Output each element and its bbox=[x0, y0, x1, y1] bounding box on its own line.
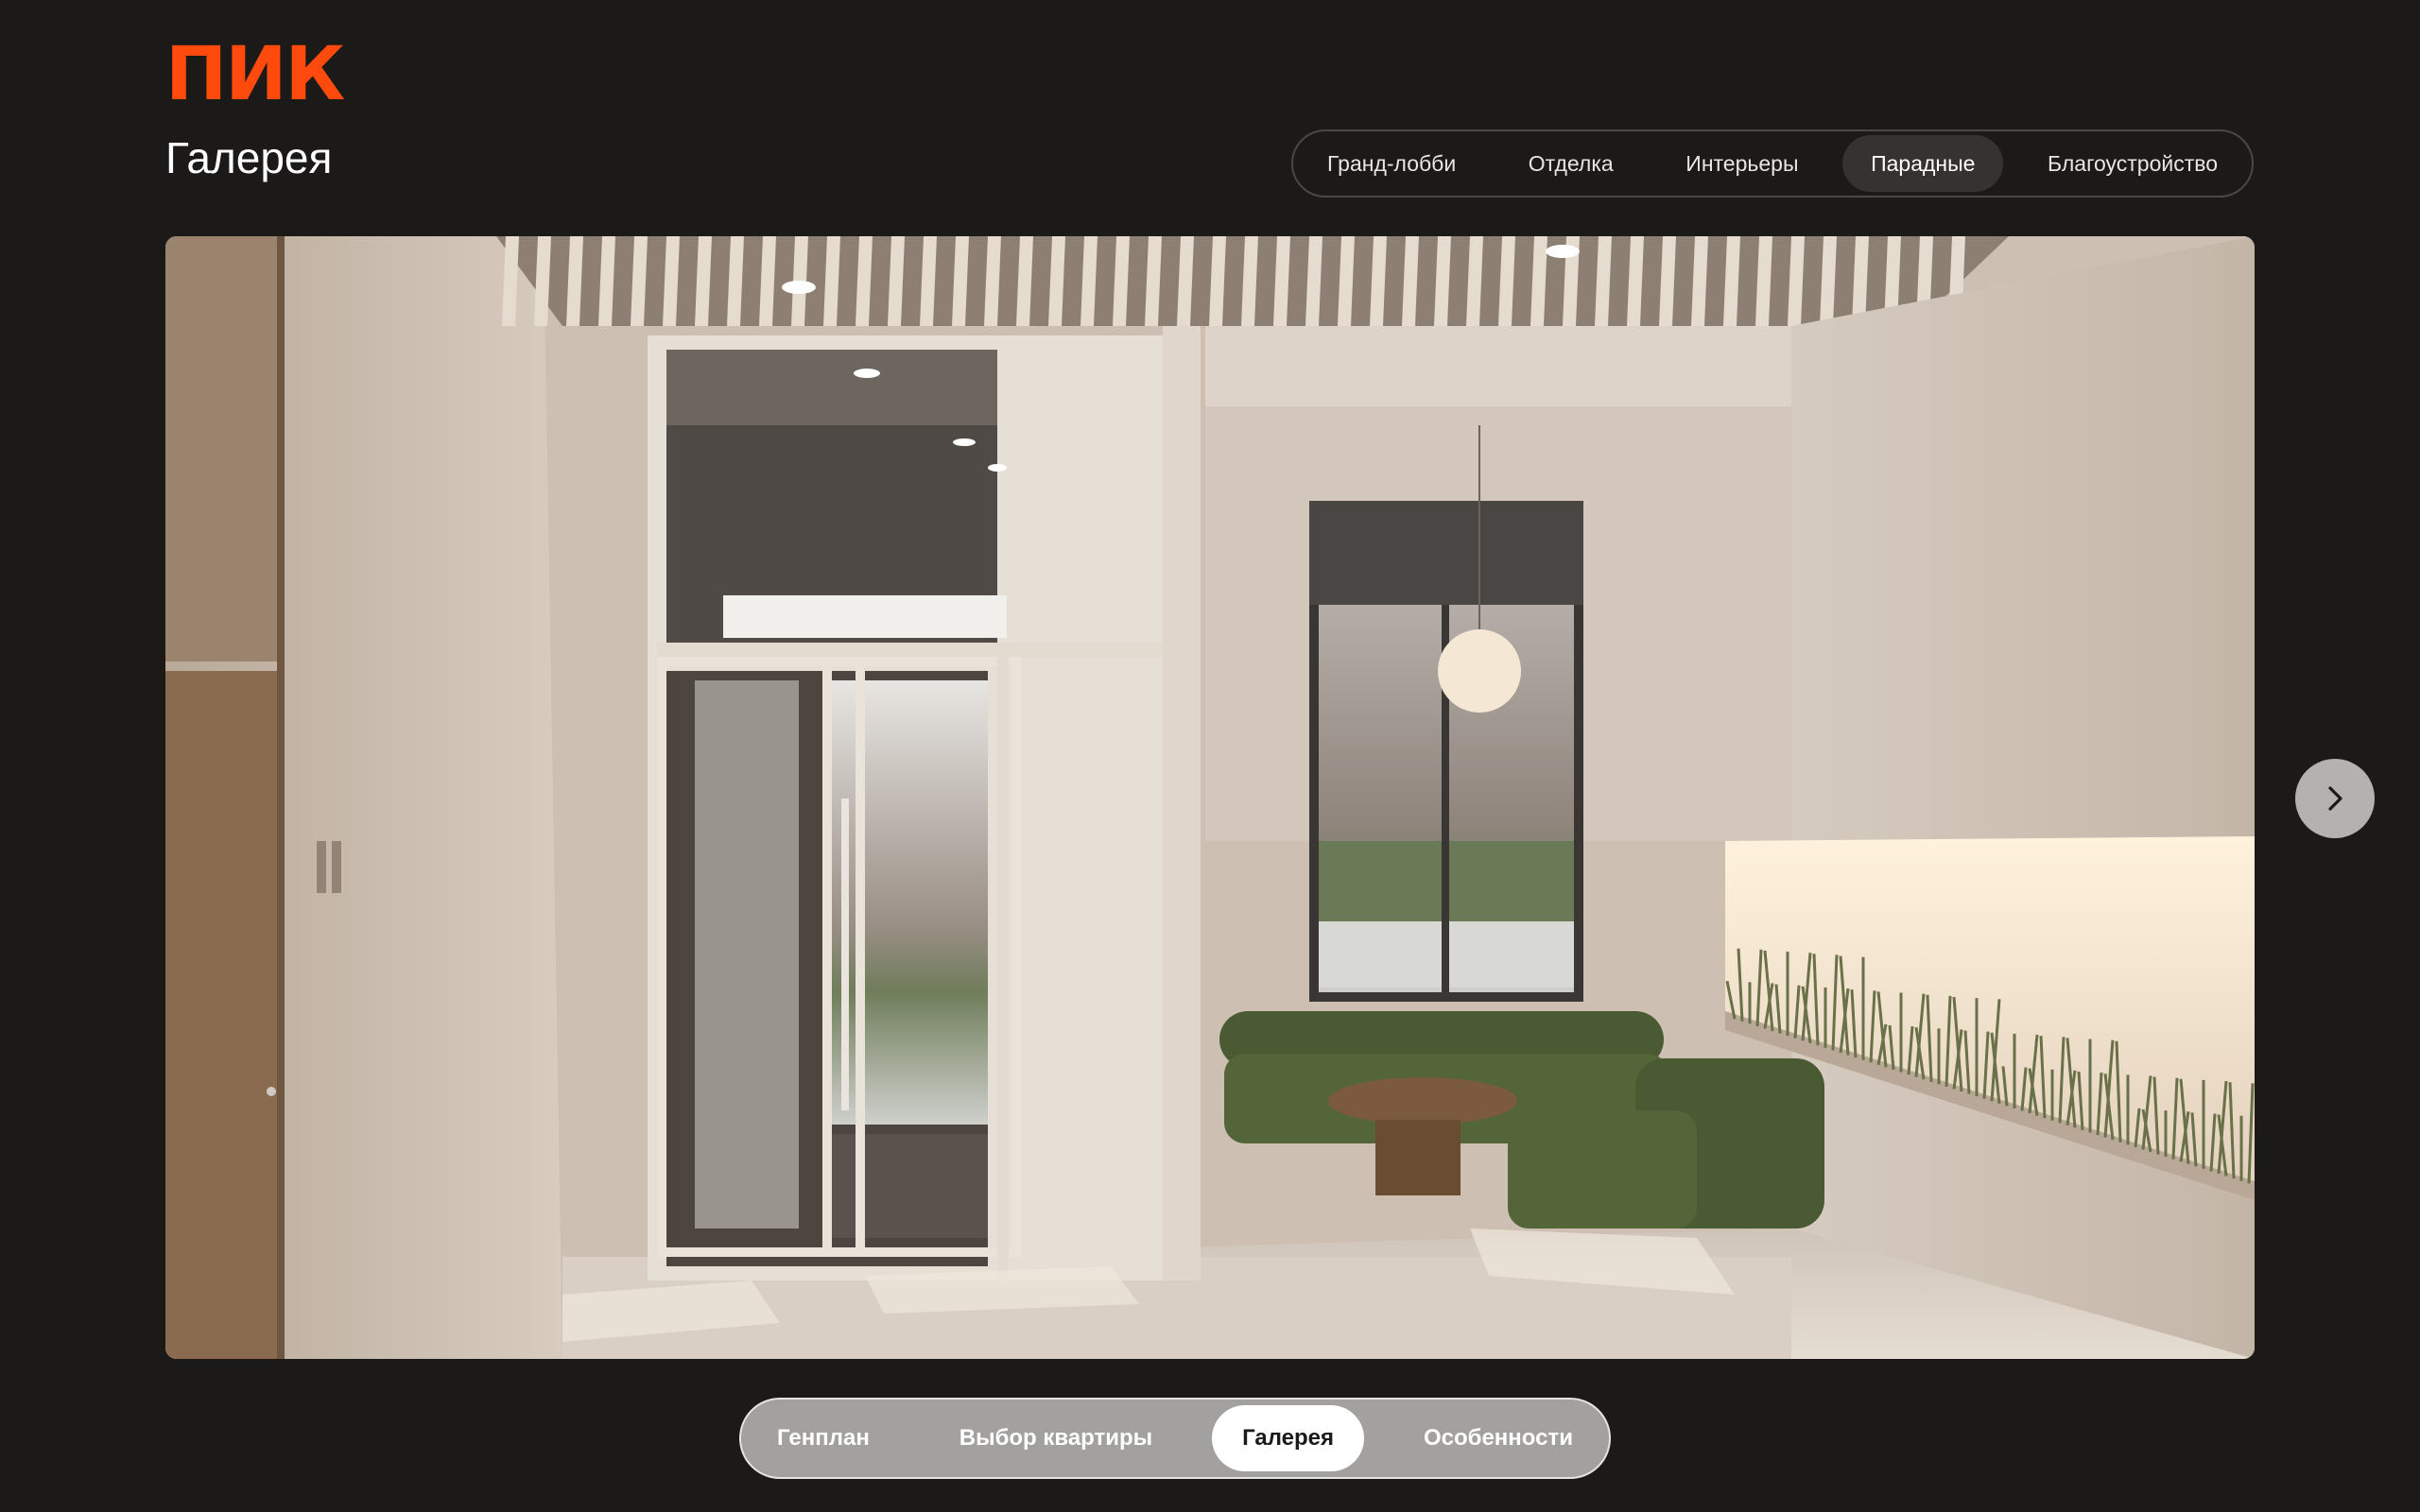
page-title: Галерея bbox=[165, 133, 333, 182]
tab-finishing[interactable]: Отделка bbox=[1500, 135, 1642, 192]
tab-interiors[interactable]: Интерьеры bbox=[1657, 135, 1826, 192]
brand-logo[interactable]: ПИК bbox=[165, 38, 345, 112]
nav-gallery[interactable]: Галерея bbox=[1212, 1405, 1365, 1471]
gallery-category-tabs: Гранд-лобби Отделка Интерьеры Парадные Б… bbox=[1291, 129, 2254, 198]
chevron-right-icon bbox=[2328, 786, 2342, 811]
nav-site-plan[interactable]: Генплан bbox=[747, 1405, 900, 1471]
nav-features[interactable]: Особенности bbox=[1393, 1405, 1603, 1471]
tab-grand-lobby[interactable]: Гранд-лобби bbox=[1299, 135, 1484, 192]
gallery-image bbox=[165, 236, 2255, 1359]
nav-apartment-selection[interactable]: Выбор квартиры bbox=[929, 1405, 1183, 1471]
section-navigation: Генплан Выбор квартиры Галерея Особеннос… bbox=[739, 1398, 1611, 1479]
tab-landscaping[interactable]: Благоустройство bbox=[2019, 135, 2246, 192]
lobby-interior-render bbox=[165, 236, 2255, 1359]
next-image-button[interactable] bbox=[2295, 759, 2375, 838]
tab-entrances[interactable]: Парадные bbox=[1842, 135, 2004, 192]
